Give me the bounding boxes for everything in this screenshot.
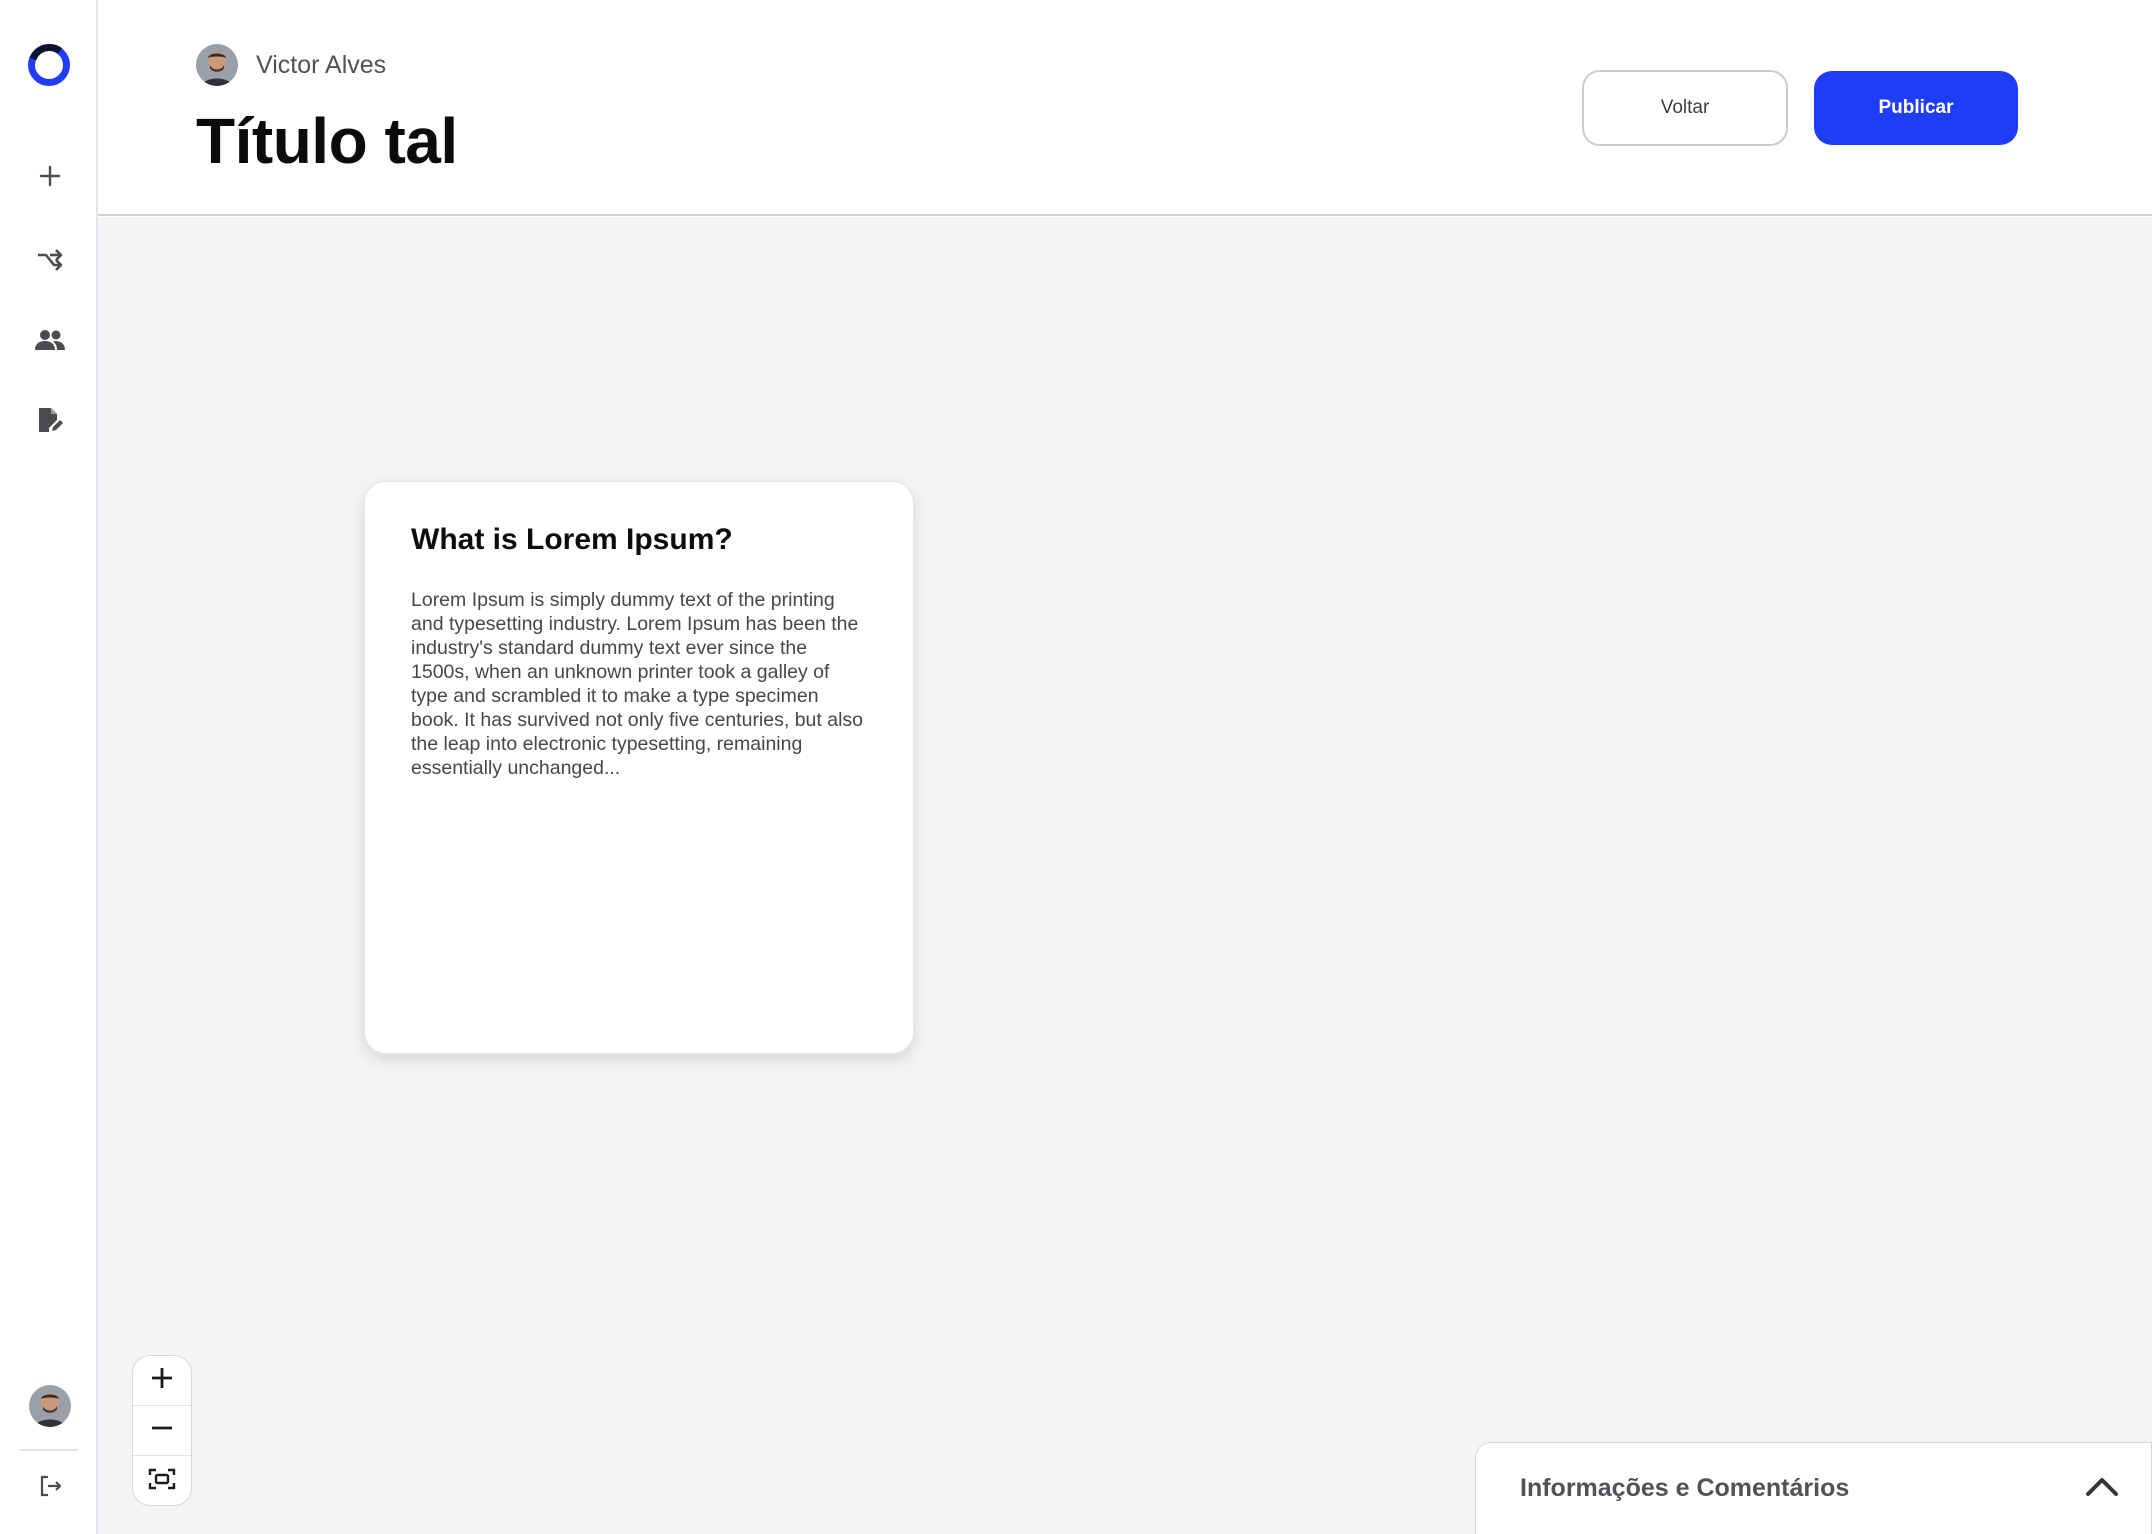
- sidebar-divider: [20, 1449, 78, 1451]
- sidebar-item-documents[interactable]: [22, 392, 78, 448]
- author: Victor Alves: [196, 44, 386, 86]
- people-icon: [34, 328, 66, 352]
- plus-icon: [39, 165, 61, 187]
- avatar: [29, 1385, 71, 1427]
- shuffle-arrow-icon: [36, 245, 64, 271]
- fit-screen-button[interactable]: [133, 1456, 191, 1505]
- info-comments-panel[interactable]: Informações e Comentários: [1475, 1442, 2152, 1534]
- sidebar: [0, 0, 98, 1534]
- zoom-in-button[interactable]: [133, 1356, 191, 1406]
- sidebar-item-new[interactable]: [22, 148, 78, 204]
- author-avatar: [196, 44, 238, 86]
- page-header: Victor Alves Título tal Voltar Publicar: [98, 0, 2152, 216]
- document-edit-icon: [37, 406, 63, 434]
- sidebar-item-flows[interactable]: [22, 230, 78, 286]
- sidebar-item-users[interactable]: [22, 312, 78, 368]
- card-title: What is Lorem Ipsum?: [411, 523, 733, 556]
- back-button[interactable]: Voltar: [1582, 70, 1788, 146]
- content-card[interactable]: What is Lorem Ipsum? Lorem Ipsum is simp…: [364, 481, 914, 1054]
- logout-icon: [38, 1474, 62, 1498]
- logout-button[interactable]: [22, 1458, 78, 1514]
- page-title: Título tal: [196, 105, 458, 177]
- info-panel-label: Informações e Comentários: [1520, 1474, 1850, 1502]
- app-logo[interactable]: [26, 42, 72, 88]
- canvas[interactable]: What is Lorem Ipsum? Lorem Ipsum is simp…: [98, 217, 2152, 1534]
- sidebar-profile[interactable]: [22, 1378, 78, 1434]
- fit-screen-icon: [148, 1468, 176, 1495]
- author-name: Victor Alves: [256, 50, 387, 79]
- zoom-out-icon: [150, 1416, 174, 1445]
- publish-button[interactable]: Publicar: [1814, 71, 2018, 145]
- app: Victor Alves Título tal Voltar Publicar …: [0, 0, 2152, 1534]
- zoom-out-button[interactable]: [133, 1406, 191, 1456]
- card-body: Lorem Ipsum is simply dummy text of the …: [411, 589, 863, 779]
- zoom-in-icon: [150, 1366, 174, 1395]
- chevron-up-icon[interactable]: [2085, 1475, 2119, 1502]
- zoom-controls: [132, 1355, 192, 1506]
